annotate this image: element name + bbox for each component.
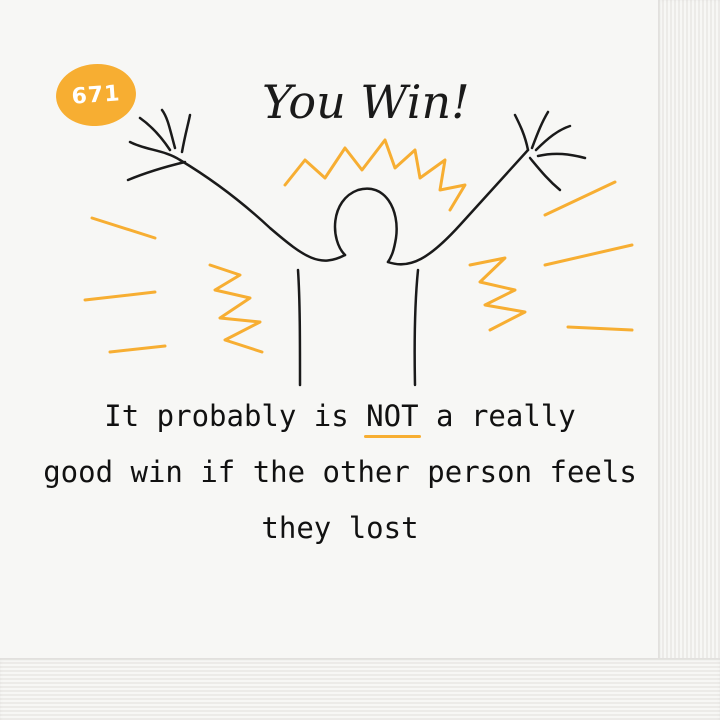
caption-emphasis: NOT bbox=[364, 388, 421, 444]
cheering-person-icon bbox=[126, 108, 587, 387]
headline-text: You Win! bbox=[262, 75, 470, 129]
caption-text: It probably is NOT a really good win if … bbox=[20, 388, 660, 556]
you-win-illustration: You Win! bbox=[83, 75, 634, 387]
napkin-border-bottom bbox=[0, 658, 720, 720]
caption-line-3: they lost bbox=[261, 511, 419, 545]
burst-lines-icon bbox=[83, 138, 634, 354]
caption-line-1-start: It probably is bbox=[104, 399, 349, 433]
caption-line-1-end: a really bbox=[436, 399, 576, 433]
caption-line-1: It probably is NOT a really bbox=[20, 388, 660, 444]
card-number: 671 bbox=[70, 80, 122, 110]
napkin-card: You Win! 671 It probably is NOT a really… bbox=[0, 0, 720, 720]
caption-line-2: good win if the other person feels bbox=[43, 455, 637, 489]
